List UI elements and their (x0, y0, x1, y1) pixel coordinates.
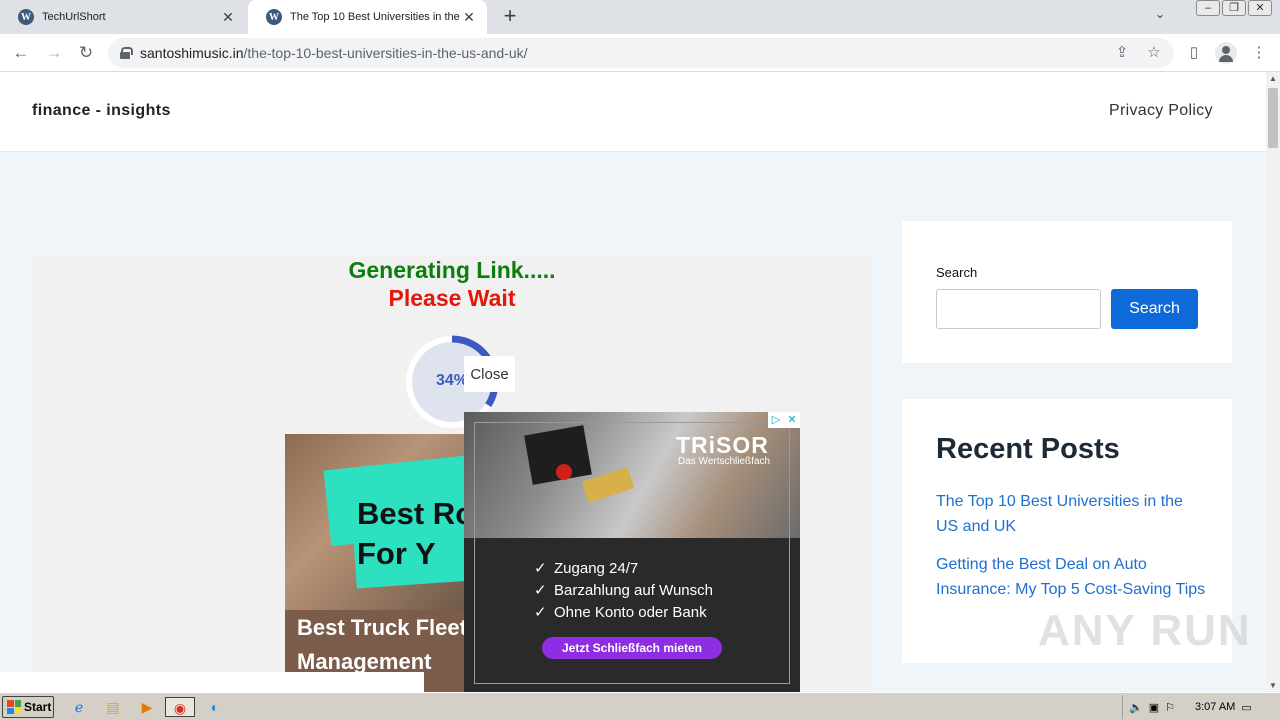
tab-strip: W TechUrlShort ✕ W The Top 10 Best Unive… (0, 0, 1280, 34)
tab-title: TechUrlShort (42, 11, 106, 23)
profile-avatar-icon[interactable] (1215, 42, 1237, 64)
ad-bullet: ✓ Ohne Konto oder Bank (534, 602, 713, 624)
scroll-thumb[interactable] (1268, 88, 1278, 148)
file-explorer-icon[interactable]: ▤ (102, 697, 124, 717)
volume-icon[interactable]: 🔈 (1129, 701, 1143, 714)
url-path: /the-top-10-best-universities-in-the-us-… (243, 45, 528, 61)
lock-icon (120, 47, 133, 59)
start-button[interactable]: Start (2, 696, 54, 718)
search-label: Search (936, 265, 978, 280)
ad-bullet: ✓ Barzahlung auf Wunsch (534, 580, 713, 602)
new-tab-button[interactable]: + (498, 5, 522, 29)
check-icon: ✓ (534, 604, 547, 621)
reload-icon[interactable]: ↻ (74, 42, 98, 64)
page-scrollbar[interactable]: ▲ ▼ (1266, 72, 1280, 692)
show-desktop-icon[interactable]: ▭ (1241, 701, 1251, 714)
nav-privacy-policy-link[interactable]: Privacy Policy (1109, 102, 1213, 120)
media-player-icon[interactable]: ▶ (136, 697, 158, 717)
side-panel-icon[interactable]: ▯ (1183, 42, 1205, 64)
wordpress-icon: W (18, 9, 34, 25)
bookmark-star-icon[interactable]: ☆ (1143, 42, 1165, 64)
internet-explorer-icon[interactable]: ℯ (68, 697, 90, 717)
start-label: Start (24, 700, 52, 714)
ad-card-truck-fleet[interactable]: Best Ro For Y Best Truck Fleet Managemen… (285, 434, 470, 692)
chrome-icon[interactable]: ◉ (165, 697, 195, 717)
share-icon[interactable]: ⇪ (1111, 42, 1133, 64)
check-icon: ✓ (534, 560, 547, 577)
ad-brand: TRiSOR (676, 432, 769, 458)
ad-cta-button[interactable]: Jetzt Schließfach mieten (542, 637, 722, 659)
ad-card-headline: Best Ro For Y (357, 496, 470, 571)
system-tray: 🔈 ▣ ⚐ 3:07 AM ▭ (1122, 695, 1280, 719)
tab-close-icon[interactable]: ✕ (461, 9, 477, 25)
wordpress-icon: W (266, 9, 282, 25)
scroll-up-arrow-icon[interactable]: ▲ (1269, 74, 1277, 83)
search-button[interactable]: Search (1111, 289, 1198, 329)
tab-close-icon[interactable]: ✕ (220, 9, 236, 25)
url-domain: santoshimusic.in (140, 45, 244, 61)
ad-card-caption: Best Truck Fleet Management (297, 615, 467, 674)
flag-icon[interactable]: ⚐ (1165, 701, 1175, 714)
window-close-button[interactable]: ✕ (1248, 0, 1272, 16)
check-icon: ✓ (534, 582, 547, 599)
search-input[interactable] (936, 289, 1101, 329)
edge-icon[interactable]: ◐ (204, 697, 226, 717)
scroll-down-arrow-icon[interactable]: ▼ (1269, 681, 1277, 690)
search-widget: Search Search (902, 221, 1232, 363)
tab-techurlshort[interactable]: W TechUrlShort ✕ (0, 0, 246, 34)
page-viewport: finance - insights Privacy Policy Genera… (0, 72, 1266, 692)
bottom-white-strip (0, 672, 424, 692)
menu-kebab-icon[interactable]: ⋮ (1248, 42, 1270, 64)
recent-posts-heading: Recent Posts (936, 433, 1120, 465)
back-icon[interactable]: ← (9, 42, 33, 64)
ad-badges: ▷ ✕ (768, 412, 800, 428)
browser-toolbar: ← → ↻ santoshimusic.in/the-top-10-best-u… (0, 34, 1280, 72)
recent-post-link[interactable]: The Top 10 Best Universities in the US a… (936, 489, 1206, 539)
anyrun-watermark: ANY RUN (1038, 606, 1252, 655)
close-button[interactable]: Close (464, 356, 515, 392)
ad-info-icon[interactable]: ▷ (768, 412, 784, 428)
tab-title: The Top 10 Best Universities in the U (290, 11, 461, 23)
tab-search-chevron-icon[interactable]: ⌄ (1150, 7, 1170, 27)
ad-close-icon[interactable]: ✕ (784, 412, 800, 428)
please-wait-text: Please Wait (388, 285, 516, 311)
ad-brand-subtitle: Das Wertschließfach (678, 456, 771, 467)
tab-universities[interactable]: W The Top 10 Best Universities in the U … (248, 0, 487, 34)
site-header: finance - insights Privacy Policy (0, 72, 1266, 152)
network-icon[interactable]: ▣ (1149, 701, 1159, 714)
restore-button[interactable]: ❐ (1222, 0, 1246, 16)
ad-trisor[interactable]: TRiSOR Das Wertschließfach ▷ ✕ ✓ Zugang 2… (464, 412, 800, 692)
windows-logo-icon (7, 700, 21, 714)
ad-bullets: ✓ Zugang 24/7 ✓ Barzahlung auf Wunsch ✓ Ohn… (534, 558, 713, 624)
site-title[interactable]: finance - insights (32, 102, 171, 120)
address-bar[interactable]: santoshimusic.in/the-top-10-best-univers… (108, 38, 1174, 68)
ad-bullet: ✓ Zugang 24/7 (534, 558, 713, 580)
forward-icon[interactable]: → (42, 42, 66, 64)
recent-post-link[interactable]: Getting the Best Deal on Auto Insurance:… (936, 552, 1206, 602)
taskbar: Start ℯ ▤ ▶ ◉ ◐ 🔈 ▣ ⚐ 3:07 AM ▭ (0, 692, 1280, 720)
generating-link-text: Generating Link..... (348, 257, 556, 283)
window-controls: – ❐ ✕ (1196, 0, 1272, 16)
minimize-button[interactable]: – (1196, 0, 1220, 16)
clock: 3:07 AM (1194, 701, 1236, 713)
